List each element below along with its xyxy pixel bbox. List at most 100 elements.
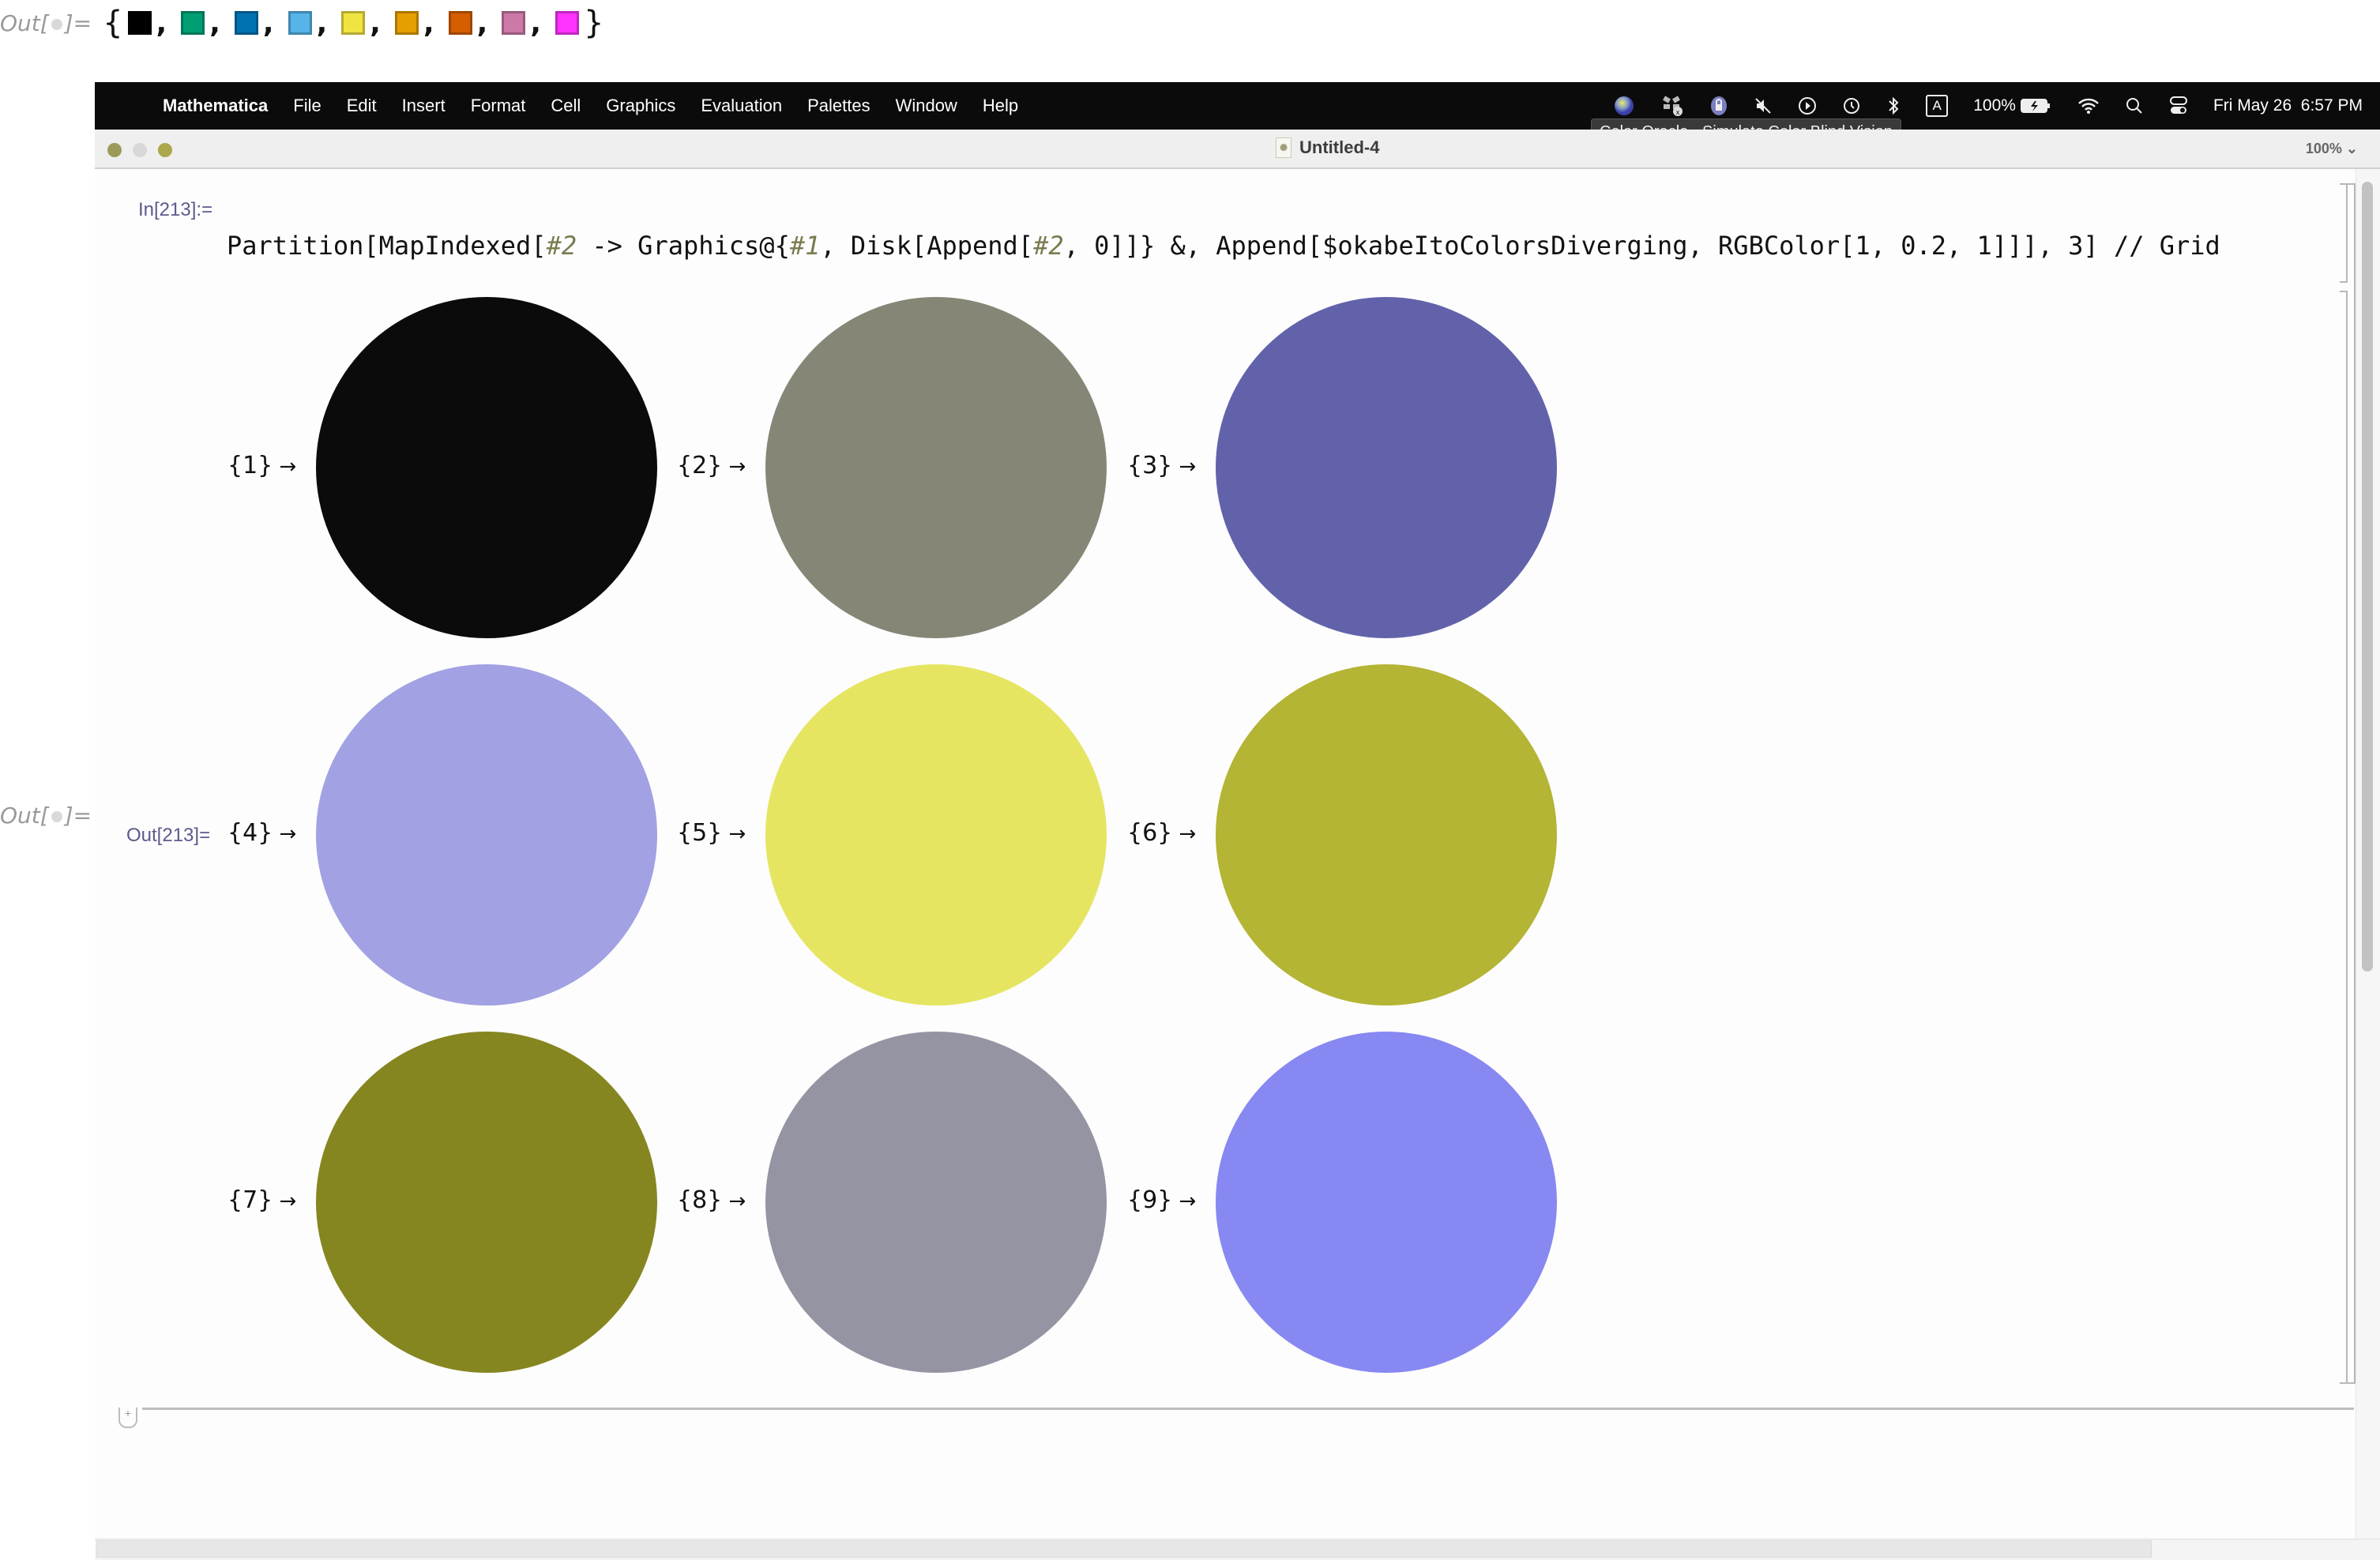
- color-swatch: [448, 11, 472, 35]
- open-brace: {: [103, 5, 123, 41]
- out-suffix: ]=: [64, 803, 92, 829]
- control-center-icon[interactable]: [2169, 96, 2188, 116]
- document-title-text: Untitled-4: [1299, 137, 1380, 157]
- menu-items: File Edit Insert Format Cell Graphics Evaluati…: [293, 96, 1043, 116]
- index-text: {4}: [227, 819, 273, 847]
- group-cell-bracket[interactable]: [2348, 183, 2356, 1384]
- grid-index-label: {2} →: [677, 452, 746, 479]
- outer-output-label-suffix: ]=: [64, 9, 92, 36]
- grid-index-label: {4} →: [227, 819, 296, 847]
- disk-graphic[interactable]: [1216, 1032, 1557, 1373]
- color-swatch-list: { ,,,,,,,,}: [103, 5, 603, 41]
- close-window-button[interactable]: [107, 143, 122, 157]
- close-brace: }: [584, 5, 604, 41]
- code-text: , Disk[Append[: [820, 231, 1034, 261]
- color-swatch: [341, 11, 366, 35]
- outer-output-line: Out[]= { ,,,,,,,,}: [0, 5, 603, 41]
- color-swatch: [127, 11, 152, 35]
- spotlight-search-icon[interactable]: [2125, 96, 2144, 115]
- menu-insert[interactable]: Insert: [402, 96, 446, 116]
- input-source-icon[interactable]: A: [1926, 95, 1949, 117]
- rule-arrow-icon: →: [273, 822, 297, 846]
- comma: ,: [209, 6, 220, 39]
- disk-graphic[interactable]: [1216, 664, 1557, 1006]
- bluetooth-icon[interactable]: [1886, 96, 1901, 116]
- menu-cell[interactable]: Cell: [551, 96, 581, 116]
- horizontal-scrollbar-thumb[interactable]: [96, 1540, 2152, 1558]
- menu-bar: Mathematica File Edit Insert Format Cell Grap…: [95, 82, 2380, 130]
- comma: ,: [370, 6, 381, 39]
- grid-index-label: {9} →: [1127, 1186, 1196, 1214]
- chevron-down-icon: ⌄: [2345, 141, 2358, 156]
- grid-index-label: {1} →: [227, 452, 296, 479]
- svg-text:x: x: [1676, 108, 1680, 116]
- password-manager-icon[interactable]: [1709, 95, 1728, 117]
- disk-graphic[interactable]: [316, 1032, 657, 1373]
- mute-icon[interactable]: [1754, 96, 1773, 115]
- menu-palettes[interactable]: Palettes: [807, 96, 870, 116]
- color-swatch: [288, 11, 312, 35]
- menu-help[interactable]: Help: [983, 96, 1018, 116]
- add-cell-icon[interactable]: +: [118, 1408, 137, 1428]
- menu-edit[interactable]: Edit: [347, 96, 377, 116]
- zoom-window-button[interactable]: [158, 143, 172, 157]
- index-text: {5}: [677, 819, 723, 847]
- wifi-icon[interactable]: [2077, 97, 2100, 115]
- window-title-bar: ✺ Untitled-4 100% ⌄: [95, 130, 2380, 169]
- outer-output-label: Out[]=: [0, 10, 92, 36]
- menu-file[interactable]: File: [293, 96, 321, 116]
- comma: ,: [156, 6, 167, 39]
- input-cell-bracket[interactable]: [2340, 183, 2348, 283]
- notebook-document-icon: ✺: [1276, 137, 1292, 158]
- vertical-scrollbar-thumb[interactable]: [2362, 182, 2373, 972]
- zoom-value: 100%: [2305, 141, 2342, 156]
- grid-index-label: {7} →: [227, 1186, 296, 1214]
- menu-format[interactable]: Format: [471, 96, 526, 116]
- output-cell-bracket[interactable]: [2340, 291, 2348, 1384]
- zoom-selector[interactable]: 100% ⌄: [2306, 141, 2358, 157]
- dropbox-icon[interactable]: x: [1660, 95, 1684, 117]
- index-text: {1}: [227, 452, 273, 479]
- time-machine-icon[interactable]: [1842, 96, 1861, 115]
- disk-graphic[interactable]: [316, 297, 657, 638]
- outer-output-label-2: Out[]=: [0, 803, 92, 829]
- color-swatch: [181, 11, 205, 35]
- code-slot: #2: [1033, 231, 1064, 261]
- disk-graphic[interactable]: [1216, 297, 1557, 638]
- rule-arrow-icon: →: [273, 1190, 297, 1213]
- menu-evaluation[interactable]: Evaluation: [701, 96, 782, 116]
- disk-graphic[interactable]: [765, 1032, 1107, 1373]
- color-swatch: [555, 11, 580, 35]
- code-slot: #1: [789, 231, 821, 261]
- comma: ,: [316, 6, 328, 39]
- battery-percent: 100%: [1973, 96, 2016, 115]
- rule-arrow-icon: →: [722, 1190, 746, 1213]
- disk-graphic[interactable]: [765, 664, 1107, 1006]
- grid-index-label: {3} →: [1127, 452, 1196, 479]
- cell-status-dot: [51, 811, 62, 822]
- battery-charging-icon: [2020, 97, 2052, 115]
- rule-arrow-icon: →: [1172, 822, 1197, 846]
- play-icon[interactable]: [1798, 96, 1817, 115]
- datetime[interactable]: Fri May 26 6:57 PM: [2213, 96, 2363, 115]
- menu-app-name[interactable]: Mathematica: [163, 96, 268, 116]
- rule-arrow-icon: →: [722, 822, 746, 846]
- color-oracle-icon[interactable]: [1613, 95, 1635, 117]
- cell-insertion-line[interactable]: [142, 1408, 2354, 1410]
- color-swatch: [234, 11, 258, 35]
- code-text: Partition[MapIndexed[: [227, 231, 547, 261]
- code-slot: #2: [546, 231, 577, 261]
- code-text: , 0]]} &, Append[$okabeItoColorsDivergin…: [1063, 231, 2220, 261]
- index-text: {6}: [1127, 819, 1173, 847]
- minimize-window-button[interactable]: [133, 143, 147, 157]
- disk-graphic[interactable]: [316, 664, 657, 1006]
- disk-graphic[interactable]: [765, 297, 1107, 638]
- code-text: -> Graphics@{: [577, 231, 790, 261]
- input-code[interactable]: Partition[MapIndexed[#2 -> Graphics@{#1,…: [227, 231, 2220, 261]
- battery-status[interactable]: 100%: [1973, 96, 2052, 115]
- menu-window[interactable]: Window: [896, 96, 957, 116]
- color-swatch: [394, 11, 419, 35]
- color-swatch: [502, 11, 526, 35]
- comma: ,: [476, 6, 488, 39]
- menu-graphics[interactable]: Graphics: [606, 96, 675, 116]
